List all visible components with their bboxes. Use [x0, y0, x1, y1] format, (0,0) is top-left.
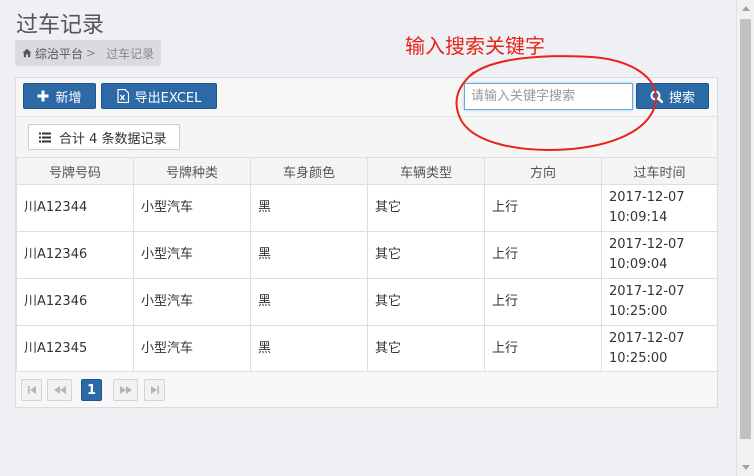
- toolbar: 新增 导出EXCEL 搜索: [16, 78, 717, 116]
- vertical-scrollbar[interactable]: [736, 0, 754, 476]
- pass-date: 2017-12-07: [609, 190, 685, 205]
- table-row[interactable]: 川A12346 小型汽车 黑 其它 上行 2017-12-07 10:25:00: [16, 278, 718, 326]
- last-page-button[interactable]: [144, 379, 165, 401]
- table-row[interactable]: 川A12345 小型汽车 黑 其它 上行 2017-12-07 10:25:00: [16, 325, 718, 373]
- cell-direction: 上行: [484, 325, 602, 373]
- cell-vehicle-type: 其它: [367, 278, 485, 326]
- chevron-down-icon: [741, 465, 750, 470]
- summary-bar: 合计 4 条数据记录: [16, 116, 717, 158]
- column-header-plate[interactable]: 号牌号码: [16, 157, 134, 185]
- cell-plate-type: 小型汽车: [133, 184, 251, 232]
- cell-body-color: 黑: [250, 184, 368, 232]
- column-header-vehicle-type[interactable]: 车辆类型: [367, 157, 485, 185]
- prev-page-icon: [53, 386, 66, 394]
- pass-time: 10:25:00: [609, 351, 668, 366]
- cell-body-color: 黑: [250, 231, 368, 279]
- home-icon: [22, 48, 32, 58]
- cell-vehicle-type: 其它: [367, 184, 485, 232]
- breadcrumb: 综治平台 > 过车记录: [15, 40, 162, 66]
- cell-plate: 川A12346: [16, 278, 134, 326]
- pass-date: 2017-12-07: [609, 284, 685, 299]
- last-page-icon: [150, 386, 159, 394]
- pass-date: 2017-12-07: [609, 237, 685, 252]
- excel-file-icon: [117, 89, 129, 103]
- search-icon: [650, 90, 663, 103]
- pass-date: 2017-12-07: [609, 331, 685, 346]
- cell-pass-time: 2017-12-07 10:25:00: [601, 278, 718, 326]
- add-button-label: 新增: [55, 90, 82, 106]
- cell-plate: 川A12344: [16, 184, 134, 232]
- breadcrumb-separator: >: [86, 46, 97, 60]
- first-page-button[interactable]: [21, 379, 42, 401]
- scrollbar-thumb[interactable]: [740, 19, 751, 439]
- records-panel: 新增 导出EXCEL 搜索 合计 4 条数据记录: [15, 77, 718, 408]
- list-icon: [39, 132, 51, 142]
- records-table: 号牌号码 号牌种类 车身颜色 车辆类型 方向 过车时间 川A12344 小型汽车…: [16, 157, 718, 373]
- plus-icon: [37, 90, 49, 102]
- cell-direction: 上行: [484, 231, 602, 279]
- search-button[interactable]: 搜索: [636, 83, 709, 109]
- page-title: 过车记录: [16, 13, 105, 38]
- column-header-body-color[interactable]: 车身颜色: [250, 157, 368, 185]
- table-row[interactable]: 川A12346 小型汽车 黑 其它 上行 2017-12-07 10:09:04: [16, 231, 718, 279]
- cell-plate: 川A12346: [16, 231, 134, 279]
- breadcrumb-current: 过车记录: [106, 46, 155, 61]
- cell-vehicle-type: 其它: [367, 325, 485, 373]
- pagination: 1: [16, 371, 717, 407]
- cell-plate-type: 小型汽车: [133, 325, 251, 373]
- column-header-direction[interactable]: 方向: [484, 157, 602, 185]
- cell-plate-type: 小型汽车: [133, 231, 251, 279]
- cell-direction: 上行: [484, 184, 602, 232]
- cell-plate-type: 小型汽车: [133, 278, 251, 326]
- chevron-up-icon: [741, 6, 750, 11]
- annotation-text: 输入搜索关键字: [405, 34, 545, 58]
- column-header-plate-type[interactable]: 号牌种类: [133, 157, 251, 185]
- prev-page-button[interactable]: [47, 379, 72, 401]
- column-header-pass-time[interactable]: 过车时间: [601, 157, 718, 185]
- table-row[interactable]: 川A12344 小型汽车 黑 其它 上行 2017-12-07 10:09:14: [16, 184, 718, 232]
- search-input[interactable]: [464, 83, 633, 110]
- scroll-up-arrow[interactable]: [737, 0, 754, 17]
- cell-pass-time: 2017-12-07 10:09:14: [601, 184, 718, 232]
- cell-body-color: 黑: [250, 278, 368, 326]
- export-excel-button[interactable]: 导出EXCEL: [101, 83, 217, 109]
- export-button-label: 导出EXCEL: [134, 90, 202, 106]
- first-page-icon: [27, 386, 36, 394]
- cell-body-color: 黑: [250, 325, 368, 373]
- scroll-down-arrow[interactable]: [737, 459, 754, 476]
- breadcrumb-home-link[interactable]: 综治平台: [35, 45, 83, 62]
- record-count-text: 合计 4 条数据记录: [59, 131, 167, 147]
- cell-direction: 上行: [484, 278, 602, 326]
- pass-time: 10:25:00: [609, 304, 668, 319]
- pass-time: 10:09:14: [609, 210, 668, 225]
- cell-vehicle-type: 其它: [367, 231, 485, 279]
- cell-pass-time: 2017-12-07 10:09:04: [601, 231, 718, 279]
- search-button-label: 搜索: [668, 90, 695, 106]
- pass-time: 10:09:04: [609, 257, 668, 272]
- cell-pass-time: 2017-12-07 10:25:00: [601, 325, 718, 373]
- cell-plate: 川A12345: [16, 325, 134, 373]
- page-number-button[interactable]: 1: [81, 379, 102, 401]
- next-page-button[interactable]: [113, 379, 138, 401]
- table-header-row: 号牌号码 号牌种类 车身颜色 车辆类型 方向 过车时间: [16, 157, 718, 185]
- add-button[interactable]: 新增: [23, 83, 96, 109]
- record-count-badge: 合计 4 条数据记录: [28, 124, 180, 150]
- next-page-icon: [119, 386, 132, 394]
